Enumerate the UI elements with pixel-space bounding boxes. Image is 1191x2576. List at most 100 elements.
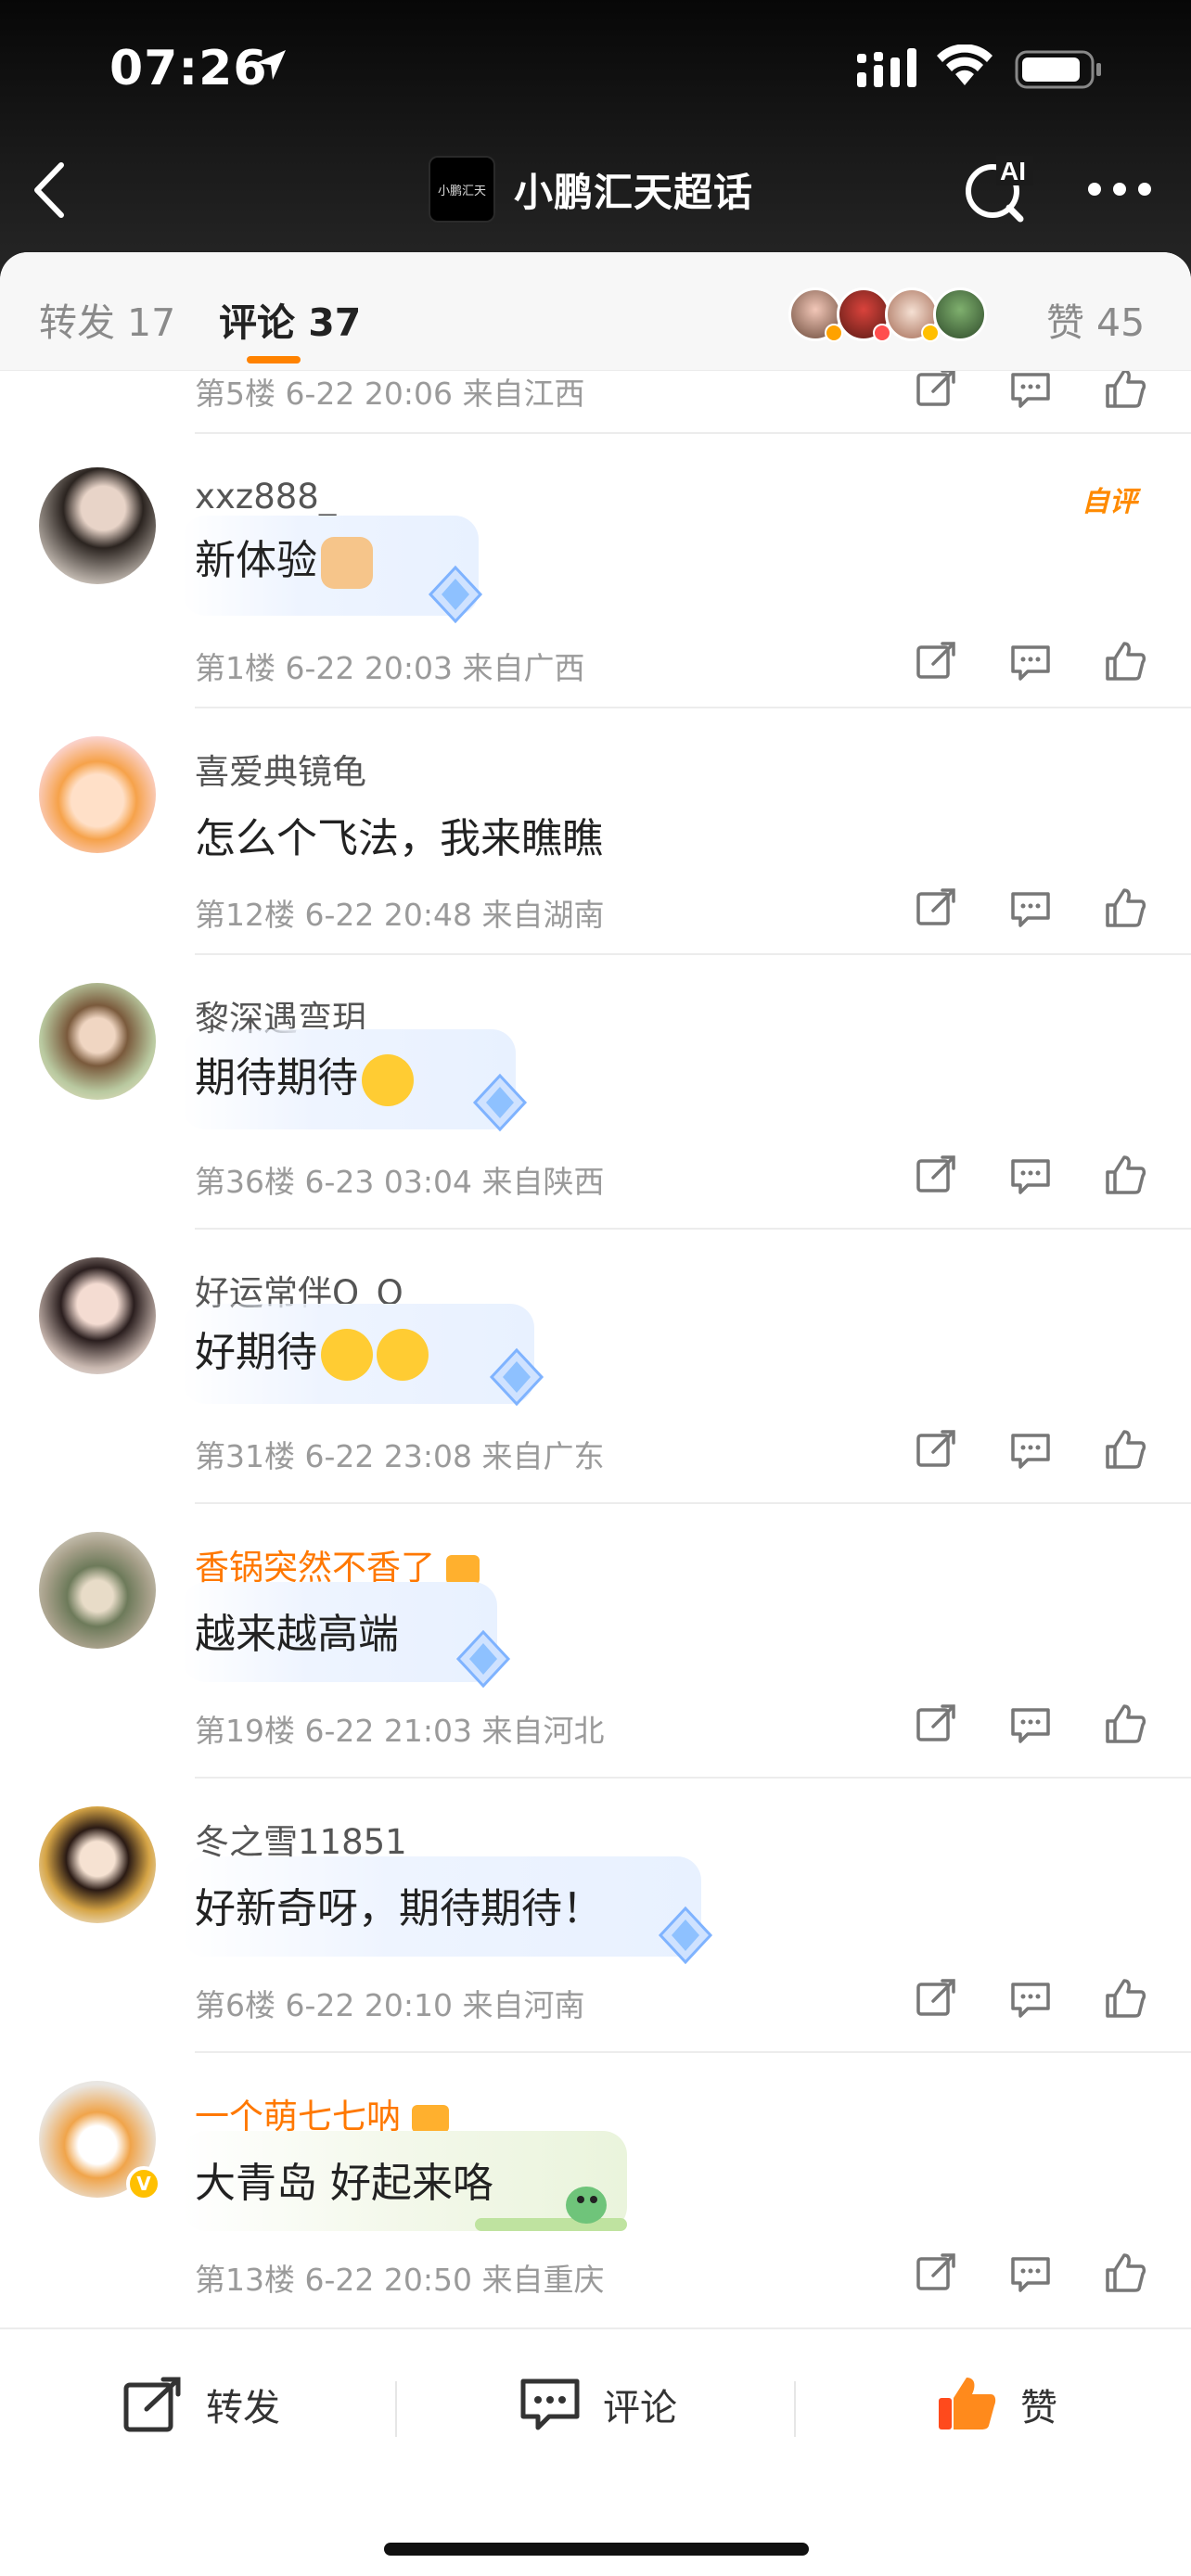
like-icon[interactable] [1102,1426,1148,1473]
reply-icon[interactable] [1007,1152,1054,1198]
comment-meta: 第5楼 6-22 20:06 来自江西 [195,376,585,412]
comment-text: 好新奇呀，期待期待！ [195,1885,603,1932]
reply-icon[interactable] [1007,885,1054,931]
liker-avatars[interactable] [788,287,987,342]
like-icon[interactable] [1102,371,1148,412]
tab-bar: 转发 17 评论 37 赞 45 [0,252,1191,371]
avatar[interactable] [39,983,156,1100]
like-icon[interactable] [1102,2250,1148,2296]
comment-item: 第5楼 6-22 20:06 来自江西 [0,371,1191,434]
comment-item: 好运常伴Q_Q 好期待 第31楼 6-22 23:08 来自广东 [0,1230,1191,1504]
diamond-icon [472,1073,528,1132]
verified-badge-icon: V [126,2166,161,2201]
share-icon[interactable] [913,885,959,931]
username[interactable]: xxz888_ [195,477,336,516]
comment-item: 黎深遇弯玥 期待期待 第36楼 6-23 03:04 来自陕西 [0,955,1191,1230]
reply-icon [520,2378,580,2430]
comments-panel: 转发 17 评论 37 赞 45 第5楼 6-22 20:06 来自江西 xxz… [0,252,1191,2576]
reply-icon[interactable] [1007,1701,1054,1747]
comment-meta: 第6楼 6-22 20:10 来自河南 [195,1987,585,2023]
avatar[interactable] [39,736,156,853]
liker-avatar [885,287,940,342]
avatar[interactable] [39,1257,156,1374]
comment-text: 怎么个飞法，我来瞧瞧 [195,815,603,862]
share-icon[interactable] [913,2250,959,2296]
like-icon [939,2378,996,2429]
reply-icon[interactable] [1007,371,1054,412]
comment-item: 喜爱典镜龟 怎么个飞法，我来瞧瞧 第12楼 6-22 20:48 来自湖南 [0,708,1191,955]
share-icon[interactable] [913,371,959,412]
topic-logo: 小鹏汇天 [429,156,495,223]
like-icon[interactable] [1102,638,1148,684]
comment-meta: 第19楼 6-22 21:03 来自河北 [195,1713,605,1749]
share-icon[interactable] [913,1975,959,2021]
comment-text: 越来越高端 [195,1611,399,1658]
comment-meta: 第31楼 6-22 23:08 来自广东 [195,1438,605,1474]
like-button[interactable]: 赞 [935,2374,1057,2435]
comment-text: 好期待 [195,1319,429,1381]
comment-button[interactable]: 评论 [518,2374,677,2435]
reply-icon[interactable] [1007,1426,1054,1473]
avatar[interactable] [39,1532,156,1649]
battery-icon [1015,50,1101,89]
svg-text:AI: AI [1000,157,1026,185]
like-icon[interactable] [1102,1701,1148,1747]
comment-text: 新体验 [195,527,373,589]
excited-face-emoji [362,1054,414,1106]
avatar[interactable] [39,467,156,584]
avatar[interactable] [39,1806,156,1923]
like-icon[interactable] [1102,1152,1148,1198]
liker-avatar [933,287,987,341]
reply-icon[interactable] [1007,2250,1054,2296]
avatar[interactable]: V [39,2081,161,2201]
username[interactable]: 喜爱典镜龟 [195,744,366,794]
share-icon [123,2377,181,2432]
share-icon[interactable] [913,1152,959,1198]
repost-button[interactable]: 转发 [121,2374,280,2435]
tab-comment[interactable]: 评论 37 [219,291,361,347]
flower-face-emoji [377,1329,429,1381]
share-icon[interactable] [913,1426,959,1473]
like-icon[interactable] [1102,885,1148,931]
crown-icon [445,1554,480,1585]
like-icon[interactable] [1102,1975,1148,2021]
comment-item: 冬之雪11851 好新奇呀，期待期待！ 第6楼 6-22 20:10 来自河南 [0,1779,1191,2053]
comment-text: 大青岛 好起来咯 [195,2160,493,2207]
page-title: 小鹏汇天超话 [514,169,754,215]
divider [794,2381,796,2437]
share-icon[interactable] [913,1701,959,1747]
share-icon[interactable] [913,638,959,684]
status-time: 07:26 [109,41,268,96]
diamond-icon [658,1906,713,1965]
comment-text: 期待期待 [195,1044,414,1106]
self-comment-tag: 自评 [1082,486,1137,518]
ai-search-icon[interactable]: AI [961,152,1035,226]
tab-repost[interactable]: 转发 17 [39,291,175,347]
location-arrow-icon [256,50,286,80]
liker-avatar [788,287,843,342]
diamond-icon [428,565,483,624]
home-indicator[interactable] [384,2543,809,2556]
comment-list: 第5楼 6-22 20:06 来自江西 xxz888_ 自评 新体验 第1楼 6… [0,371,1191,2339]
comment-item: xxz888_ 自评 新体验 第1楼 6-22 20:03 来自广西 [0,434,1191,708]
crown-icon [411,2104,449,2133]
back-icon[interactable] [28,159,74,221]
reply-icon[interactable] [1007,638,1054,684]
flower-face-emoji [321,1329,373,1381]
topic-title[interactable]: 小鹏汇天 小鹏汇天超话 [429,154,753,224]
reply-icon[interactable] [1007,1975,1054,2021]
more-icon[interactable] [1085,176,1154,202]
dino-sticker-icon [475,2187,627,2231]
diamond-icon [489,1347,544,1407]
liker-avatar [837,287,891,342]
comment-meta: 第1楼 6-22 20:03 来自广西 [195,650,585,686]
divider [395,2381,397,2437]
comment-item: 香锅突然不香了 越来越高端 第19楼 6-22 21:03 来自河北 [0,1504,1191,1779]
bottom-action-bar: 转发 评论 赞 [0,2327,1191,2576]
active-tab-indicator [247,356,301,363]
top-bar: 07:26 小鹏汇天 小鹏汇天超话 AI [0,0,1191,278]
comment-item: V 一个萌七七呐 大青岛 好起来咯 第13楼 6-22 20:50 来自重庆 [0,2053,1191,2331]
tab-like[interactable]: 赞 45 [1046,291,1145,347]
comment-meta: 第36楼 6-23 03:04 来自陕西 [195,1164,605,1200]
signal-icon [857,48,916,87]
